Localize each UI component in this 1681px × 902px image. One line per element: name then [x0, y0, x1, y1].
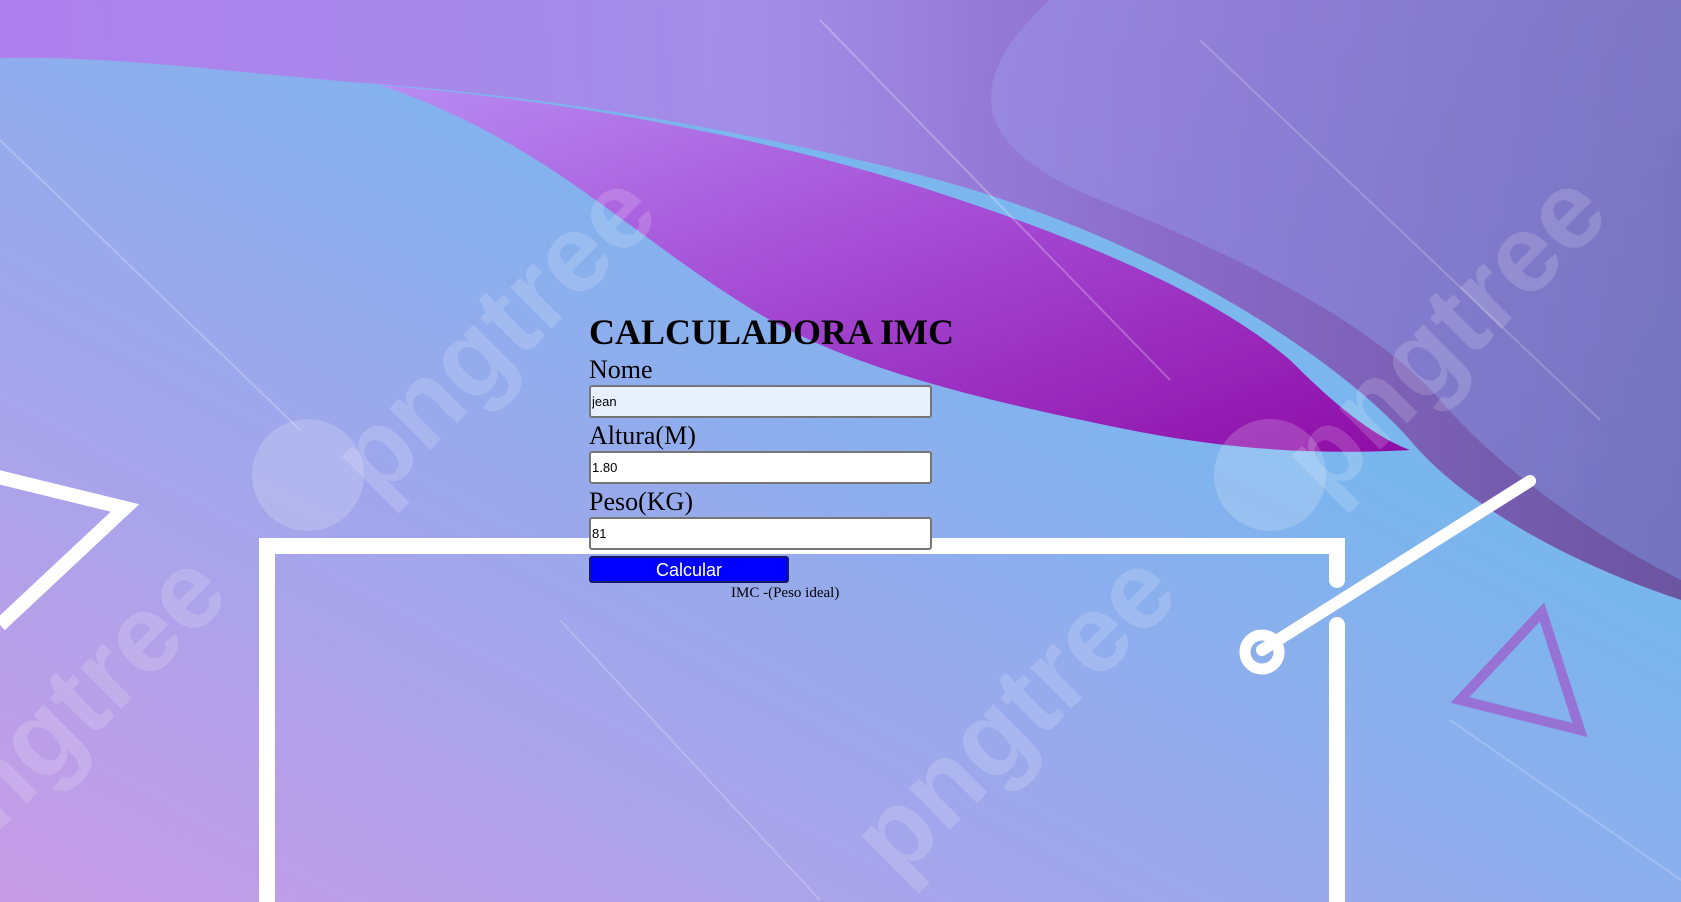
name-input[interactable]: [589, 385, 932, 418]
height-label: Altura(M): [589, 421, 696, 450]
result-text: IMC -(Peso ideal): [731, 585, 840, 601]
bmi-calculator-form: CALCULADORA IMC Nome Altura(M) Peso(KG) …: [589, 312, 969, 602]
calculate-button[interactable]: Calcular: [589, 556, 789, 583]
name-label: Nome: [589, 355, 653, 384]
weight-label: Peso(KG): [589, 487, 693, 516]
weight-input[interactable]: [589, 517, 932, 550]
page-title: CALCULADORA IMC: [589, 312, 955, 352]
height-input[interactable]: [589, 451, 932, 484]
